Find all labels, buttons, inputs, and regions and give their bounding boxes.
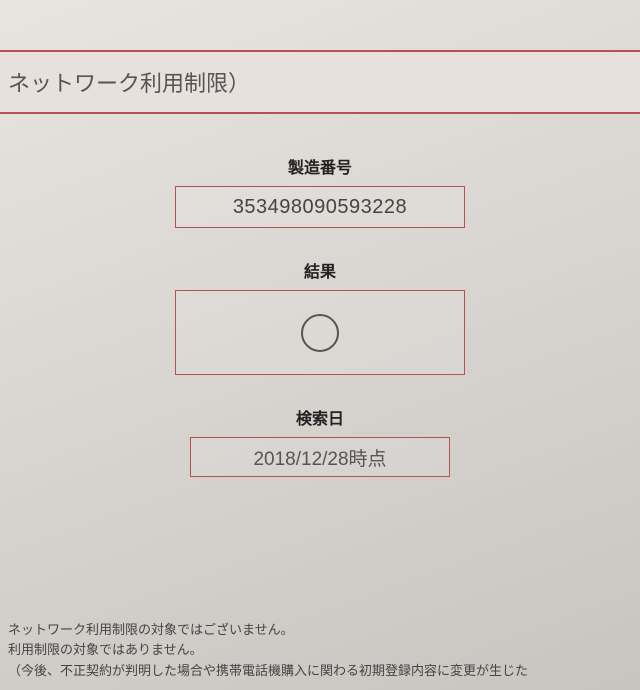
footer-text: ネットワーク利用制限の対象ではございません。 利用制限の対象ではありません。 （… [0,620,640,682]
result-section: 結果 [175,258,465,375]
date-value-box: 2018/12/28時点 [190,437,450,477]
page-title: ネットワーク利用制限） [8,71,250,96]
circle-icon [301,314,339,352]
serial-value: 353498090593228 [233,196,407,219]
footer-line-3: （今後、不正契約が判明した場合や携帯電話機購入に関わる初期登録内容に変更が生じた [8,661,632,682]
date-label: 検索日 [190,405,450,429]
serial-label: 製造番号 [175,154,465,178]
content-area: 製造番号 353498090593228 結果 検索日 2018/12/28時点 [0,114,640,507]
serial-value-box: 353498090593228 [175,186,465,228]
result-label: 結果 [175,258,465,282]
footer-line-1: ネットワーク利用制限の対象ではございません。 [8,620,632,641]
serial-section: 製造番号 353498090593228 [175,154,465,228]
date-section: 検索日 2018/12/28時点 [190,405,450,477]
page-title-bar: ネットワーク利用制限） [0,50,640,114]
result-value-box [175,290,465,375]
date-value: 2018/12/28時点 [253,444,386,471]
footer-line-2: 利用制限の対象ではありません。 [8,640,632,661]
